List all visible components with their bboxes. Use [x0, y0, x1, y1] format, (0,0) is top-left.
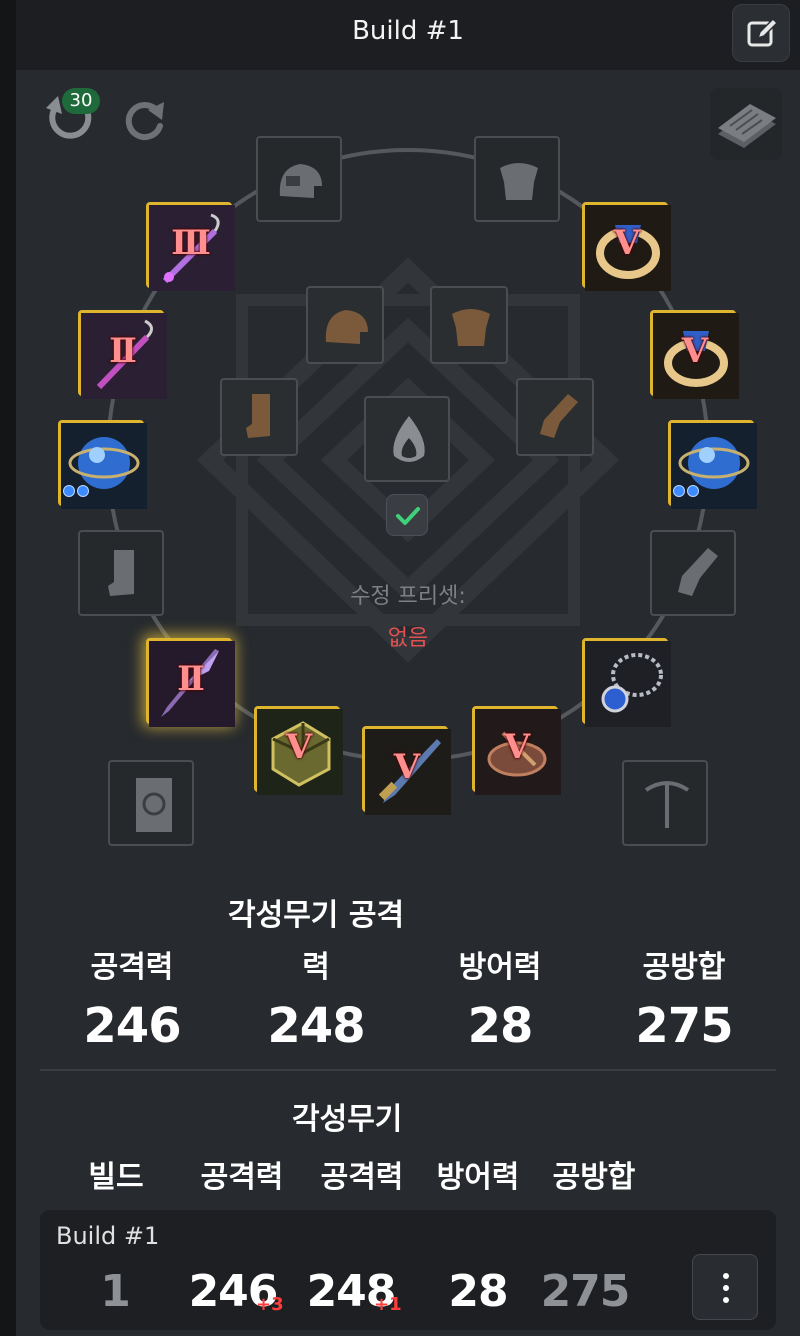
- stat-label: 공방합: [642, 950, 726, 985]
- slot-earring-1[interactable]: III: [146, 202, 235, 291]
- redo-button[interactable]: [120, 94, 170, 144]
- stat-gs: 공방합 275: [584, 942, 784, 1054]
- stat-label: 력: [302, 950, 330, 985]
- column-header-ap: 공격력: [200, 1160, 284, 1195]
- armor-icon: [452, 309, 490, 346]
- tier-label: V: [613, 223, 640, 263]
- tier-label: II: [177, 659, 205, 699]
- stat-value: 246: [83, 998, 181, 1054]
- stat-value: 275: [635, 998, 733, 1054]
- row-build-name: Build #1: [56, 1222, 160, 1250]
- boots-icon: [246, 394, 270, 438]
- delta-aap: +1: [374, 1294, 402, 1315]
- undo-count-badge: 30: [62, 88, 100, 114]
- slot-sub-weapon[interactable]: V: [472, 706, 561, 795]
- left-rail: [0, 0, 16, 1336]
- slot-orb-right[interactable]: [668, 420, 757, 509]
- book-icon: [136, 778, 172, 832]
- table-group-label: 각성무기: [292, 1102, 403, 1137]
- more-vertical-icon: [723, 1273, 729, 1279]
- stat-aap: 력 248: [216, 942, 416, 1054]
- build-panel: Build #1 30 III V II V II V V V 수정 프리셋: …: [16, 0, 800, 1336]
- cell-dp: 28: [448, 1266, 508, 1317]
- tier-label: III: [171, 223, 211, 263]
- delta-ap: +3: [256, 1294, 284, 1315]
- costume-helmet[interactable]: [306, 286, 384, 364]
- tier-label: V: [681, 331, 708, 371]
- edit-button[interactable]: [732, 4, 790, 62]
- column-header-dp: 방어력: [436, 1160, 520, 1195]
- divider: [40, 1069, 776, 1071]
- crystal-preset-label: 수정 프리셋:: [350, 584, 466, 609]
- armor-icon: [500, 163, 538, 200]
- more-options-button[interactable]: [692, 1254, 758, 1320]
- slot-artifact[interactable]: [108, 760, 194, 846]
- crystal-preset-value[interactable]: 없음: [16, 620, 800, 652]
- redo-icon: [125, 102, 164, 141]
- helmet-icon: [325, 310, 368, 344]
- tier-label: V: [393, 747, 420, 787]
- slot-main-weapon[interactable]: V: [362, 726, 451, 815]
- tier-label: V: [285, 727, 312, 767]
- costume-boots[interactable]: [220, 378, 298, 456]
- pickaxe-icon: [644, 781, 690, 828]
- header: Build #1: [16, 0, 800, 70]
- slot-tool[interactable]: [622, 760, 708, 846]
- stat-value: 248: [267, 998, 365, 1054]
- socket-dots: [673, 482, 701, 501]
- edit-icon: [747, 17, 779, 47]
- tier-label: II: [109, 331, 137, 371]
- stat-label: 방어력: [458, 950, 542, 985]
- socket-dots: [63, 482, 91, 501]
- necklace-icon: [585, 641, 671, 727]
- slot-ring-2[interactable]: V: [650, 310, 739, 399]
- helmet-icon: [279, 164, 322, 198]
- check-icon: [396, 507, 420, 525]
- cell-build: 1: [100, 1266, 131, 1317]
- stat-label: 공격력: [90, 950, 174, 985]
- slot-helmet[interactable]: [256, 136, 342, 222]
- costume-armor[interactable]: [430, 286, 508, 364]
- crystal-slot[interactable]: [364, 396, 450, 482]
- table-row[interactable]: Build #1 1 246 +3 248 +1 28 275: [40, 1210, 776, 1330]
- slot-ring-1[interactable]: V: [582, 202, 671, 291]
- crystal-icon: [393, 416, 425, 462]
- slot-earring-2[interactable]: II: [78, 310, 167, 399]
- stats-heading: 각성무기 공격: [228, 898, 405, 933]
- stat-dp: 방어력 28: [400, 942, 600, 1054]
- slot-orb-left[interactable]: [58, 420, 147, 509]
- column-header-aap: 공격력: [320, 1160, 404, 1195]
- cell-gs: 275: [540, 1266, 631, 1317]
- tier-label: V: [503, 727, 530, 767]
- stat-value: 28: [467, 998, 534, 1054]
- column-header-build: 빌드: [88, 1160, 144, 1195]
- column-header-gs: 공방합: [552, 1160, 636, 1195]
- crystal-preset-checkbox[interactable]: [386, 494, 428, 536]
- slot-belt[interactable]: V: [254, 706, 343, 795]
- slot-armor[interactable]: [474, 136, 560, 222]
- stat-ap: 공격력 246: [32, 942, 232, 1054]
- gloves-icon: [540, 394, 578, 438]
- costume-gloves[interactable]: [516, 378, 594, 456]
- build-title: Build #1: [352, 16, 464, 46]
